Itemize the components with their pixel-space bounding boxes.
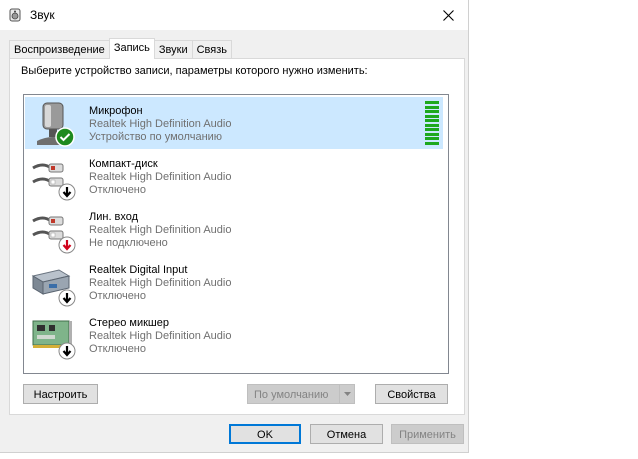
properties-button[interactable]: Свойства <box>375 384 448 404</box>
level-bar <box>425 110 439 114</box>
recording-panel: Выберите устройство записи, параметры ко… <box>9 58 465 415</box>
tab-recording[interactable]: Запись <box>108 38 155 59</box>
device-status: Отключено <box>89 184 146 196</box>
tab-playback[interactable]: Воспроизведение <box>9 40 110 59</box>
level-bar <box>425 128 439 132</box>
tab-communications[interactable]: Связь <box>191 40 233 59</box>
window-title: Звук <box>30 8 55 22</box>
device-driver: Realtek High Definition Audio <box>89 224 232 236</box>
ok-button[interactable]: OK <box>229 424 301 444</box>
tab-strip: Воспроизведение Запись Звуки Связь <box>9 38 233 59</box>
close-button[interactable] <box>428 0 468 30</box>
tab-sounds[interactable]: Звуки <box>153 40 193 59</box>
chevron-down-icon <box>343 392 351 396</box>
configure-button[interactable]: Настроить <box>23 384 98 404</box>
instruction-text: Выберите устройство записи, параметры ко… <box>21 65 368 77</box>
set-default-button[interactable]: По умолчанию <box>247 384 355 404</box>
device-list[interactable]: Микрофон Realtek High Definition Audio У… <box>23 94 449 374</box>
rca-cable-icon <box>32 163 76 201</box>
device-name: Лин. вход <box>89 211 139 223</box>
device-status: Не подключено <box>89 237 168 249</box>
level-bar <box>425 114 439 118</box>
device-driver: Realtek High Definition Audio <box>89 171 232 183</box>
device-status: Отключено <box>89 343 146 355</box>
device-name: Стерео микшер <box>89 317 169 329</box>
cancel-button[interactable]: Отмена <box>310 424 383 444</box>
digital-input-icon <box>31 269 76 307</box>
device-item-line-in[interactable]: Лин. вход Realtek High Definition Audio … <box>25 203 443 255</box>
level-bar <box>425 132 439 136</box>
device-status: Отключено <box>89 290 146 302</box>
level-bar <box>425 101 439 104</box>
set-default-dropdown[interactable] <box>339 385 354 403</box>
device-driver: Realtek High Definition Audio <box>89 330 232 342</box>
rca-cable-icon <box>32 216 76 254</box>
device-item-microphone[interactable]: Микрофон Realtek High Definition Audio У… <box>25 97 443 149</box>
level-bar <box>425 137 439 141</box>
sound-card-icon <box>32 320 76 360</box>
close-icon <box>442 9 454 21</box>
device-driver: Realtek High Definition Audio <box>89 118 232 130</box>
device-name: Компакт-диск <box>89 158 158 170</box>
level-bar <box>425 105 439 109</box>
device-item-cd[interactable]: Компакт-диск Realtek High Definition Aud… <box>25 150 443 202</box>
apply-button[interactable]: Применить <box>391 424 464 444</box>
default-check-icon <box>55 127 75 147</box>
level-bar <box>425 141 439 145</box>
sound-dialog: Звук Воспроизведение Запись Звуки Связь … <box>0 0 469 453</box>
speaker-icon <box>9 8 21 22</box>
device-item-stereo-mix[interactable]: Стерео микшер Realtek High Definition Au… <box>25 309 443 361</box>
device-name: Realtek Digital Input <box>89 264 188 276</box>
set-default-label: По умолчанию <box>254 389 329 401</box>
microphone-icon <box>37 102 75 147</box>
device-driver: Realtek High Definition Audio <box>89 277 232 289</box>
device-item-digital-input[interactable]: Realtek Digital Input Realtek High Defin… <box>25 256 443 308</box>
title-bar: Звук <box>0 0 468 30</box>
level-meter <box>425 101 439 145</box>
level-bar <box>425 119 439 123</box>
device-name: Микрофон <box>89 105 143 117</box>
level-bar <box>425 123 439 127</box>
device-status: Устройство по умолчанию <box>89 131 223 143</box>
